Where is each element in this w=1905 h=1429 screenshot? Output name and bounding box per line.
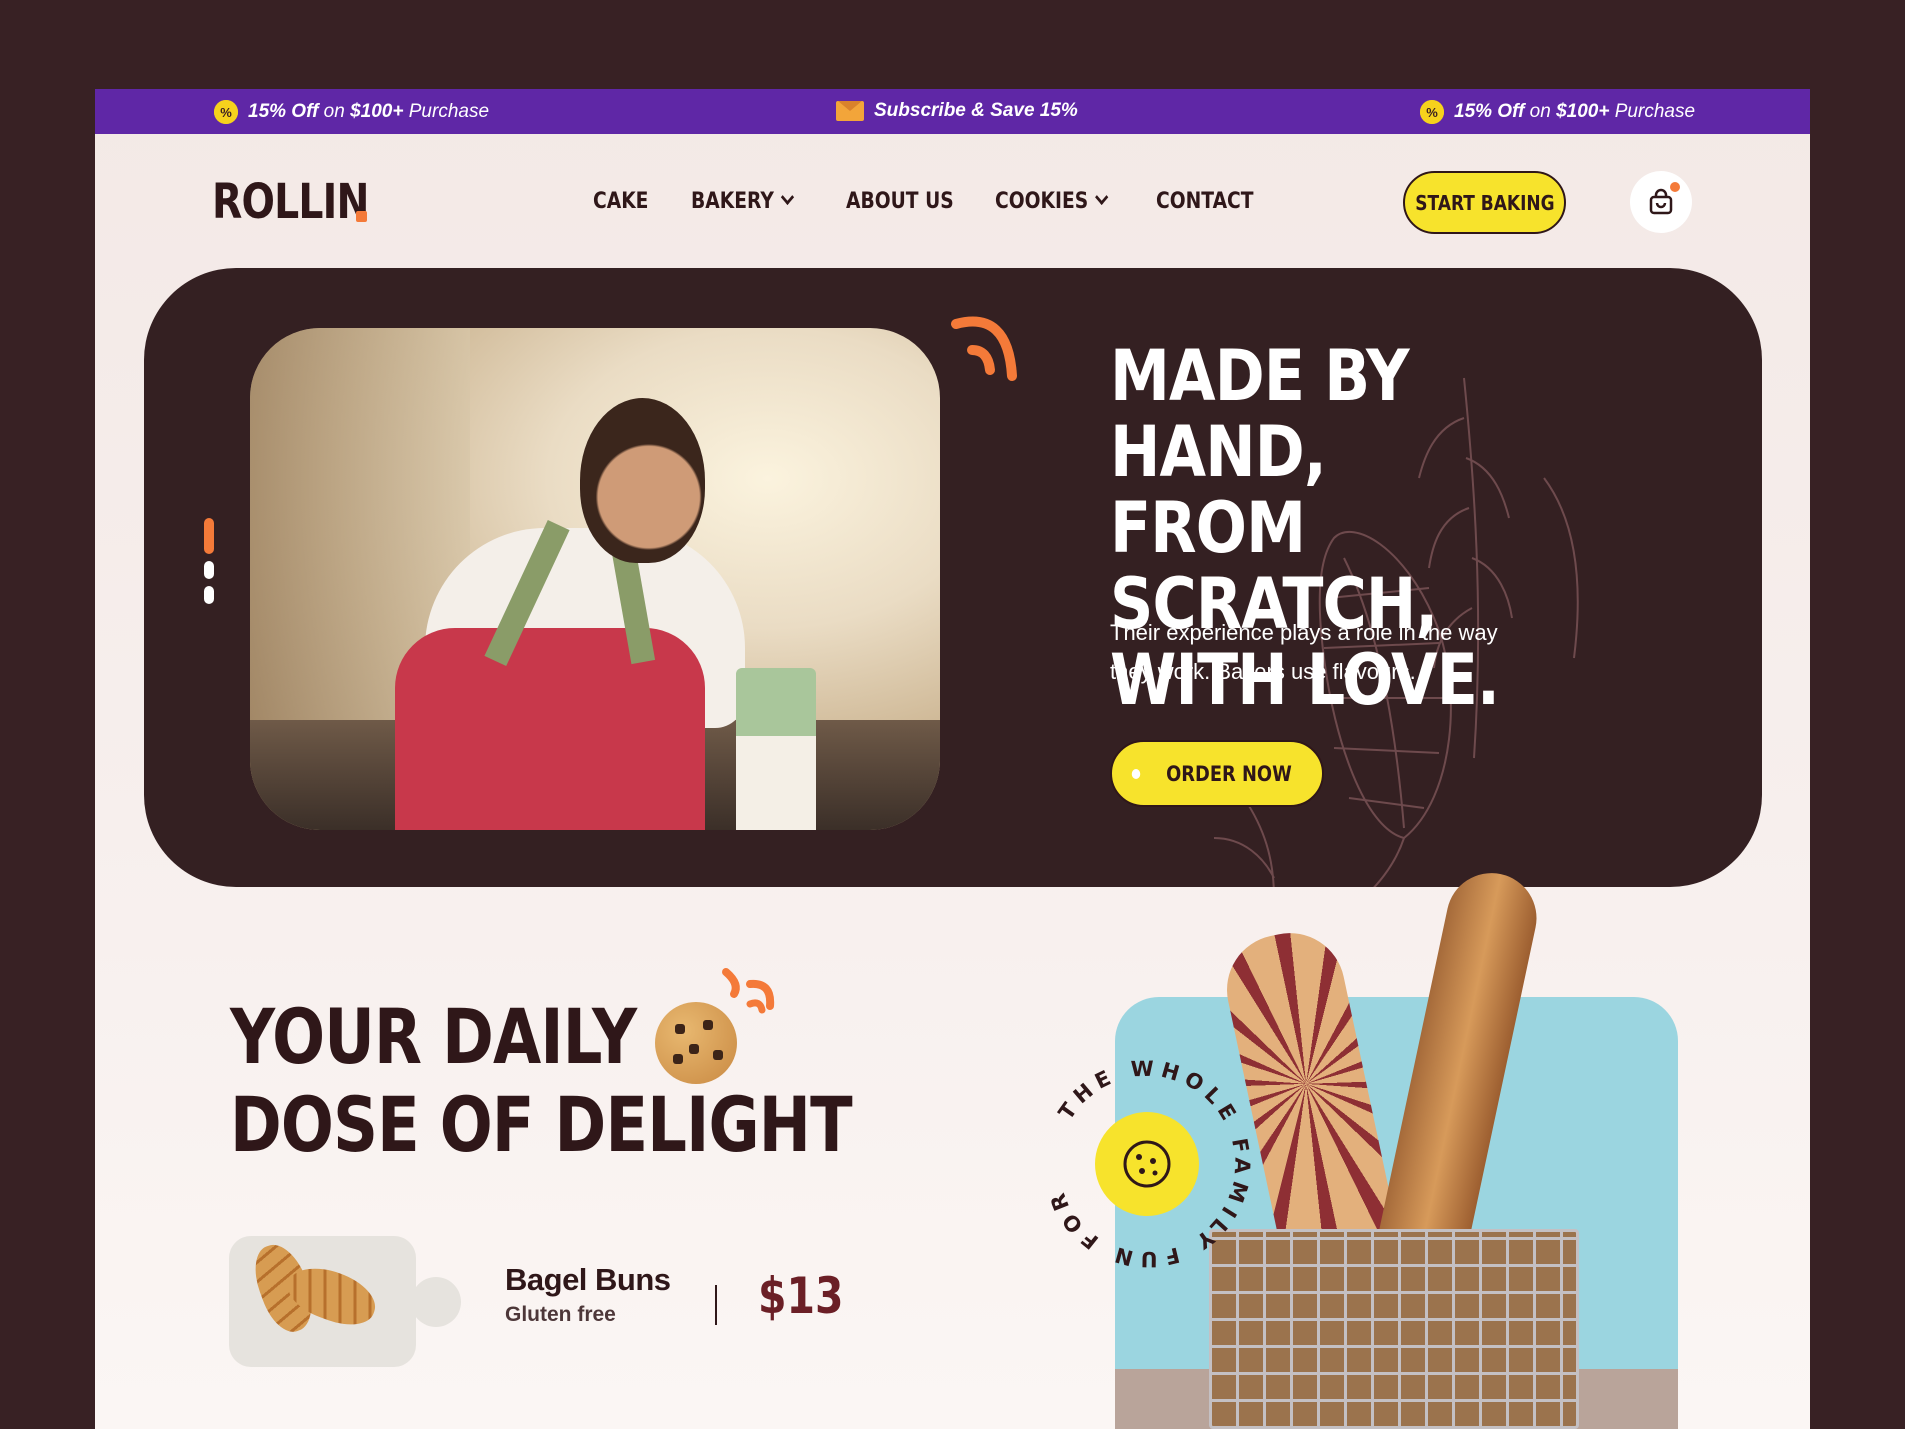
- chevron-down-icon: [780, 189, 794, 206]
- logo-dot: [356, 211, 367, 222]
- promo-right-discount: 15% Off: [1454, 101, 1525, 122]
- product-name[interactable]: Bagel Buns: [505, 1262, 671, 1298]
- discount-badge-icon: %: [214, 100, 238, 124]
- mail-icon: [836, 101, 864, 121]
- promo-left-on: on: [318, 101, 351, 122]
- promo-center[interactable]: Subscribe & Save 15%: [836, 100, 1078, 122]
- nav-item-contact[interactable]: CONTACT: [1156, 189, 1254, 214]
- nav-item-bakery[interactable]: BAKERY: [691, 189, 794, 214]
- product-price: $13: [758, 1267, 844, 1325]
- promo-right-rest: Purchase: [1609, 101, 1696, 122]
- promo-left-amount: $100+: [350, 101, 404, 122]
- order-now-button[interactable]: ORDER NOW: [1110, 740, 1324, 807]
- section-title-line: DOSE OF DELIGHT: [230, 1080, 853, 1169]
- promo-left-rest: Purchase: [403, 101, 490, 122]
- promo-left-discount: 15% Off: [248, 101, 319, 122]
- cookie-image: [655, 1002, 737, 1084]
- promo-subscribe-text: Subscribe & Save 15%: [874, 100, 1078, 121]
- promo-right[interactable]: % 15% Off on $100+ Purchase: [1420, 100, 1695, 124]
- promo-right-amount: $100+: [1556, 101, 1610, 122]
- circular-stamp: THE WHOLE FAMILY FUN FOR: [1044, 1057, 1249, 1271]
- nav-item-cookies[interactable]: COOKIES: [995, 189, 1108, 214]
- logo[interactable]: ROLLIN: [212, 174, 369, 230]
- divider: [715, 1285, 717, 1325]
- product-image[interactable]: [229, 1236, 416, 1367]
- nav-label: CAKE: [593, 189, 649, 214]
- start-baking-button[interactable]: START BAKING: [1403, 171, 1566, 234]
- start-baking-label: START BAKING: [1414, 190, 1555, 215]
- section-title: YOUR DAILY DOSE OF DELIGHT: [230, 992, 853, 1169]
- slider-dot[interactable]: [204, 561, 214, 579]
- board-handle: [411, 1277, 461, 1327]
- hero-banner: MADE BY HAND, FROM SCRATCH, WITH LOVE. T…: [144, 268, 1762, 887]
- product-subtitle: Gluten free: [505, 1303, 616, 1326]
- hero-baker-photo: [250, 328, 940, 830]
- slider-dots: [204, 518, 214, 604]
- order-now-label: ORDER NOW: [1166, 761, 1292, 786]
- cart-notification-dot: [1670, 182, 1680, 192]
- slider-dot-active[interactable]: [204, 518, 214, 554]
- discount-badge-icon: %: [1420, 100, 1444, 124]
- nav-label: BAKERY: [691, 189, 774, 214]
- promo-bar: % 15% Off on $100+ Purchase Subscribe & …: [95, 89, 1810, 134]
- promo-right-on: on: [1524, 101, 1557, 122]
- nav-label: ABOUT US: [846, 189, 954, 214]
- wire-basket-image: [1209, 1229, 1579, 1429]
- nav-item-about-us[interactable]: ABOUT US: [846, 189, 954, 214]
- promo-left[interactable]: % 15% Off on $100+ Purchase: [214, 100, 489, 124]
- section-title-line: YOUR DAILY: [230, 992, 637, 1081]
- slider-dot[interactable]: [204, 586, 214, 604]
- nav-label: CONTACT: [1156, 189, 1254, 214]
- shopping-bag-icon: [1649, 188, 1673, 215]
- cart-button[interactable]: [1630, 171, 1692, 233]
- hero-subtitle: Their experience plays a role in the way…: [1110, 620, 1498, 684]
- page: % 15% Off on $100+ Purchase Subscribe & …: [95, 89, 1810, 1429]
- bullet-dot-icon: [1131, 768, 1141, 779]
- chevron-down-icon: [1094, 189, 1108, 206]
- nav-item-cake[interactable]: CAKE: [593, 189, 648, 214]
- sparkle-arc-icon: [951, 316, 1017, 381]
- nav-label: COOKIES: [995, 189, 1089, 214]
- hero-title-line: MADE BY HAND,: [1110, 335, 1410, 493]
